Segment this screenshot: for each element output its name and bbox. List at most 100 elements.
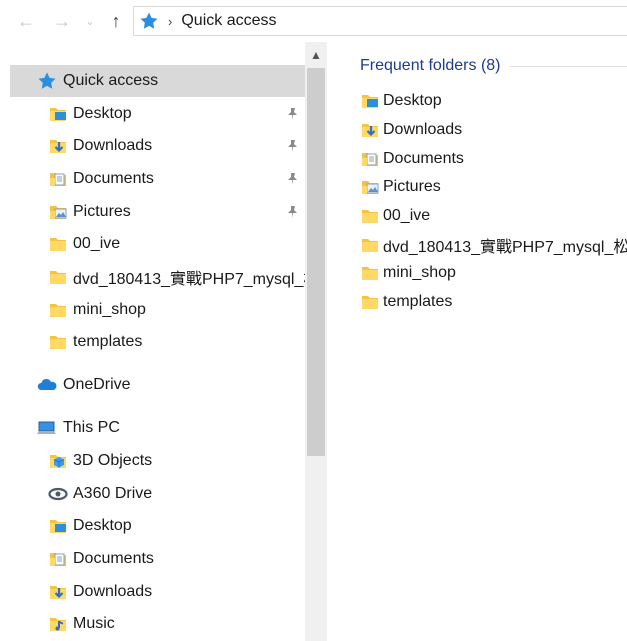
desktop-folder-icon	[48, 104, 68, 124]
navigation-pane: Quick access Desktop Downloads Documents…	[0, 42, 305, 641]
onedrive-cloud-icon	[37, 375, 57, 395]
recent-locations-button[interactable]: ⌄	[82, 8, 98, 34]
up-button[interactable]: ↑	[103, 8, 129, 34]
forward-button[interactable]: →	[48, 8, 76, 34]
nav-item-label: Desktop	[73, 517, 132, 534]
nav-item-a360-drive[interactable]: A360 Drive	[10, 478, 305, 510]
nav-item-dvd-180413[interactable]: dvd_180413_實戰PHP7_mysql_松	[10, 261, 305, 293]
this-pc-icon	[37, 418, 57, 438]
chevron-down-icon: ⌄	[85, 15, 95, 28]
nav-item-pc-music[interactable]: Music	[10, 608, 305, 640]
folder-item-mini-shop[interactable]: mini_shop	[360, 259, 627, 287]
content-pane: Frequent folders (8) Desktop Downloads D…	[327, 42, 627, 641]
nav-item-desktop[interactable]: Desktop	[10, 98, 305, 130]
documents-folder-icon	[48, 549, 68, 569]
pin-icon[interactable]	[285, 204, 301, 220]
nav-item-pc-desktop[interactable]: Desktop	[10, 510, 305, 542]
nav-item-label: Quick access	[63, 72, 159, 89]
nav-item-label: Documents	[73, 170, 154, 187]
nav-item-label: Downloads	[73, 137, 153, 154]
nav-item-templates[interactable]: templates	[10, 326, 305, 358]
music-folder-icon	[48, 614, 68, 634]
folder-item-00-ive[interactable]: 00_ive	[360, 202, 627, 230]
folder-icon	[360, 206, 380, 226]
folder-item-label: Desktop	[383, 92, 442, 109]
folder-item-documents[interactable]: Documents	[360, 145, 627, 173]
folder-icon	[360, 235, 380, 255]
folder-item-label: dvd_180413_實戰PHP7_mysql_松商	[383, 239, 627, 256]
downloads-folder-icon	[48, 136, 68, 156]
folder-icon	[48, 267, 68, 287]
folder-item-templates[interactable]: templates	[360, 288, 627, 316]
group-divider	[508, 65, 627, 67]
nav-item-3d-objects[interactable]: 3D Objects	[10, 445, 305, 477]
nav-item-label: dvd_180413_實戰PHP7_mysql_松	[73, 271, 305, 288]
nav-item-label: Pictures	[73, 203, 131, 220]
quick-access-star-icon	[37, 71, 57, 91]
nav-item-label: Music	[73, 615, 115, 632]
nav-item-label: This PC	[63, 419, 120, 436]
nav-item-label: Downloads	[73, 583, 153, 600]
folder-item-label: templates	[383, 293, 453, 310]
downloads-folder-icon	[360, 120, 380, 140]
nav-pane-scrollbar[interactable]: ▲	[305, 42, 327, 641]
nav-item-documents[interactable]: Documents	[10, 163, 305, 195]
quick-access-star-icon	[138, 10, 160, 32]
folder-item-downloads[interactable]: Downloads	[360, 116, 627, 144]
nav-item-pictures[interactable]: Pictures	[10, 196, 305, 228]
folder-item-label: mini_shop	[383, 264, 456, 281]
group-title: Frequent folders (8)	[360, 57, 501, 74]
nav-item-pc-documents[interactable]: Documents	[10, 543, 305, 575]
frequent-folders-group-header[interactable]: Frequent folders (8)	[360, 57, 627, 75]
arrow-up-icon: ↑	[111, 10, 121, 31]
nav-item-label: mini_shop	[73, 301, 146, 318]
nav-item-label: templates	[73, 333, 143, 350]
pictures-folder-icon	[360, 177, 380, 197]
nav-quick-access[interactable]: Quick access	[10, 65, 305, 97]
pin-icon[interactable]	[285, 106, 301, 122]
arrow-left-icon: ←	[17, 10, 35, 31]
nav-item-label: OneDrive	[63, 376, 131, 393]
nav-this-pc[interactable]: This PC	[10, 412, 305, 444]
breadcrumb-chevron-icon[interactable]: ›	[168, 14, 172, 29]
chevron-up-icon: ▲	[310, 48, 322, 62]
folder-item-label: Documents	[383, 150, 464, 167]
nav-item-label: 3D Objects	[73, 452, 153, 469]
pin-icon[interactable]	[285, 171, 301, 187]
folder-item-dvd-180413[interactable]: dvd_180413_實戰PHP7_mysql_松商	[360, 231, 627, 259]
scroll-up-button[interactable]: ▲	[305, 42, 327, 68]
arrow-right-icon: →	[53, 10, 71, 31]
folder-item-desktop[interactable]: Desktop	[360, 87, 627, 115]
breadcrumb-quick-access[interactable]: Quick access	[181, 12, 276, 30]
address-field[interactable]: › Quick access	[133, 6, 627, 36]
folder-icon	[48, 234, 68, 254]
nav-item-label: Desktop	[73, 105, 132, 122]
nav-onedrive[interactable]: OneDrive	[10, 369, 305, 401]
nav-item-pc-downloads[interactable]: Downloads	[10, 576, 305, 608]
pictures-folder-icon	[48, 202, 68, 222]
a360-drive-icon	[48, 484, 68, 504]
nav-item-downloads[interactable]: Downloads	[10, 130, 305, 162]
3d-objects-icon	[48, 451, 68, 471]
address-bar-row: ← → ⌄ ↑ › Quick access	[0, 0, 627, 42]
nav-item-mini-shop[interactable]: mini_shop	[10, 294, 305, 326]
folder-icon	[360, 292, 380, 312]
back-button[interactable]: ←	[12, 8, 40, 34]
folder-icon	[48, 300, 68, 320]
nav-item-label: Documents	[73, 550, 154, 567]
folder-item-label: Pictures	[383, 178, 441, 195]
desktop-folder-icon	[360, 91, 380, 111]
folder-item-pictures[interactable]: Pictures	[360, 173, 627, 201]
nav-item-label: 00_ive	[73, 235, 121, 252]
documents-folder-icon	[48, 169, 68, 189]
desktop-folder-icon	[48, 516, 68, 536]
pin-icon[interactable]	[285, 138, 301, 154]
folder-icon	[48, 332, 68, 352]
folder-icon	[360, 263, 380, 283]
folder-item-label: 00_ive	[383, 207, 431, 224]
folder-item-label: Downloads	[383, 121, 463, 138]
scrollbar-thumb[interactable]	[307, 68, 325, 456]
nav-item-label: A360 Drive	[73, 485, 153, 502]
nav-item-00-ive[interactable]: 00_ive	[10, 228, 305, 260]
documents-folder-icon	[360, 149, 380, 169]
